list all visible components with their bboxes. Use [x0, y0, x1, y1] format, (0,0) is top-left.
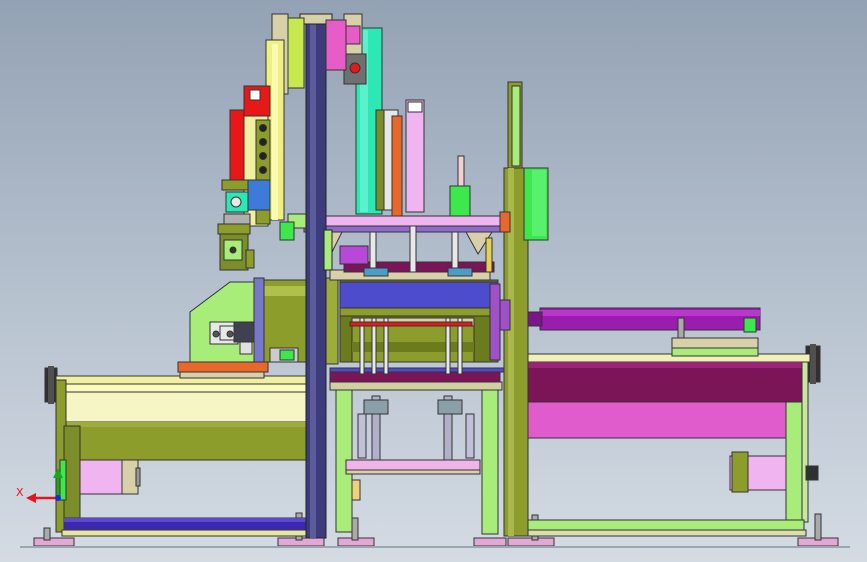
y-axis-arrowhead: [53, 468, 63, 478]
x-axis-label: X: [16, 486, 24, 499]
x-axis-arrowhead: [26, 493, 36, 503]
z-axis-dot: [55, 495, 61, 501]
cad-viewport[interactable]: X: [0, 0, 867, 562]
coordinate-triad: X: [16, 468, 63, 503]
